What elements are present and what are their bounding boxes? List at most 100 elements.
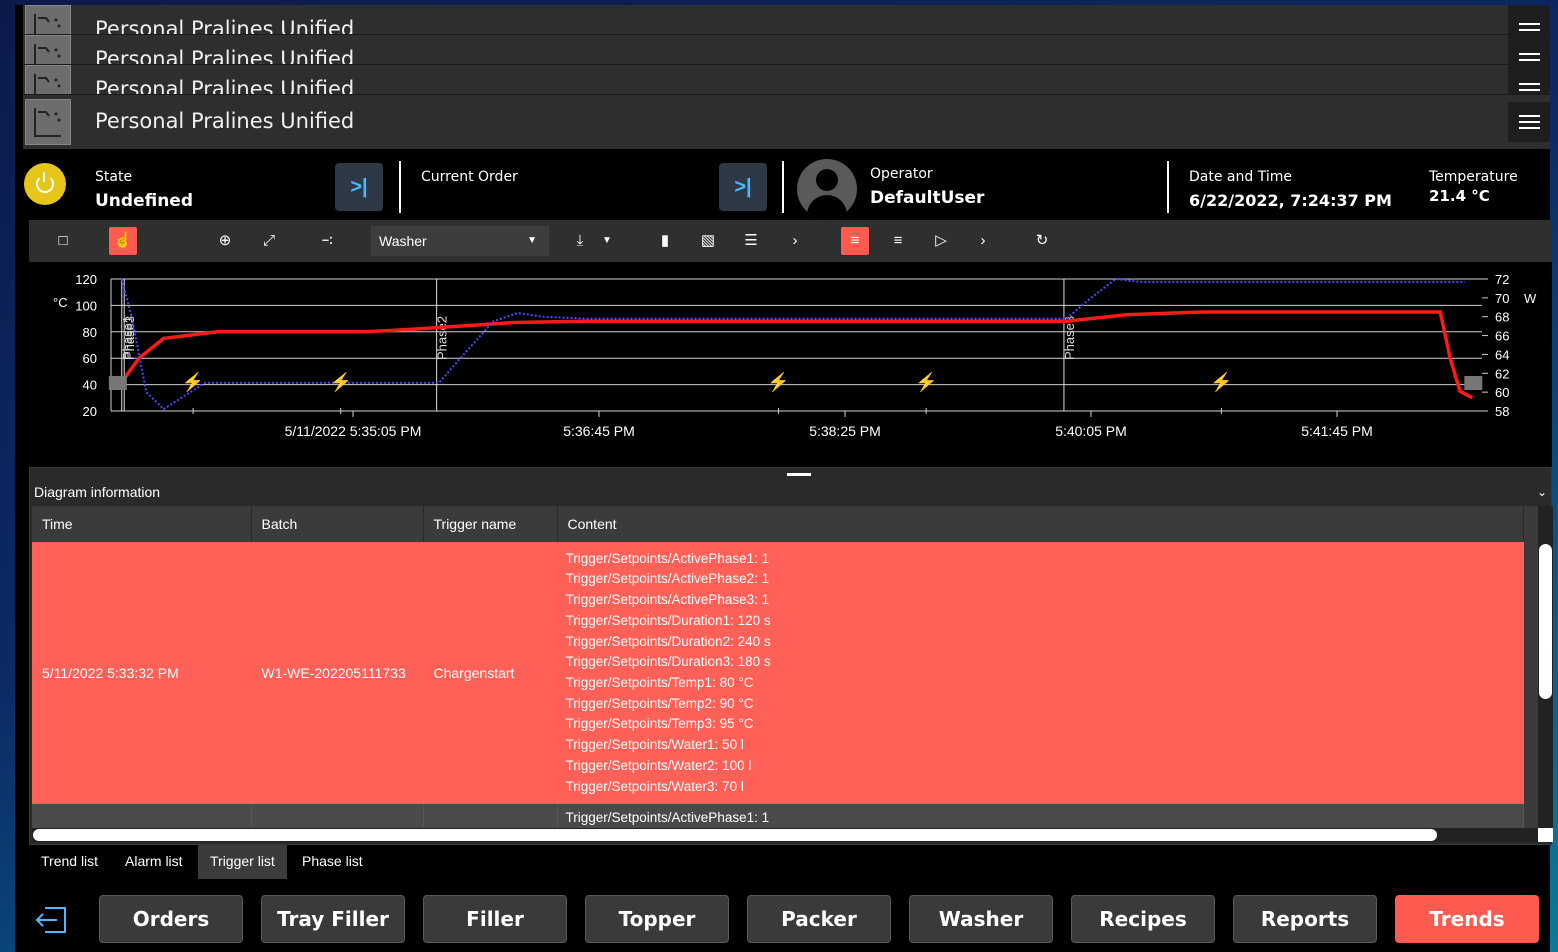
trigger-icon: ⚡ <box>1210 371 1232 393</box>
step-forward-icon[interactable]: ▷ <box>927 227 955 255</box>
panel-header[interactable]: Diagram information ⌄ <box>30 480 1551 504</box>
trigger-icon: ⚡ <box>767 371 789 393</box>
content-line: Trigger/Setpoints/Temp2: 90 °C <box>565 695 754 711</box>
chevron-right-icon[interactable]: › <box>781 227 809 255</box>
cell-batch <box>251 804 424 828</box>
y-tick-label-right: 68 <box>1495 310 1509 325</box>
skip-next-button[interactable]: >| <box>335 163 383 211</box>
nav-filler-button[interactable]: Filler <box>423 895 567 943</box>
app-title: Personal Pralines Unified <box>95 109 355 133</box>
nav-trends-button[interactable]: Trends <box>1395 895 1539 943</box>
nav-packer-button[interactable]: Packer <box>747 895 891 943</box>
nav-topper-button[interactable]: Topper <box>585 895 729 943</box>
download-icon[interactable]: ⤓ <box>566 227 594 255</box>
content-line: Trigger/Setpoints/Temp3: 95 °C <box>565 716 754 732</box>
app-title: Personal Pralines Unified <box>95 47 355 65</box>
refresh-icon[interactable]: ↻ <box>1028 227 1056 255</box>
temperature-label: Temperature <box>1429 169 1518 185</box>
hamburger-menu-icon[interactable] <box>1508 102 1550 142</box>
x-tick-label: 5:40:05 PM <box>1055 423 1127 439</box>
nav-washer-button[interactable]: Washer <box>909 895 1053 943</box>
cursor-icon[interactable]: ≡ <box>841 227 869 255</box>
horizontal-scrollbar[interactable] <box>32 828 1538 842</box>
sliders-icon[interactable]: ∹ <box>313 227 341 255</box>
chevron-down-icon[interactable]: ⌄ <box>1537 480 1547 504</box>
stacked-bar-icon[interactable]: ▧ <box>694 227 722 255</box>
expand-icon[interactable]: ⤢ <box>255 227 283 255</box>
content-line: Trigger/Setpoints/Duration2: 240 s <box>565 633 771 649</box>
y-tick-label: 100 <box>75 298 97 313</box>
nav-reports-button[interactable]: Reports <box>1233 895 1377 943</box>
logout-icon[interactable] <box>35 905 69 940</box>
content-line: Trigger/Setpoints/ActivePhase1: 1 <box>565 550 770 566</box>
hamburger-menu-icon[interactable] <box>1508 5 1550 34</box>
cell-time: 5/11/2022 5:33:32 PM <box>32 542 252 804</box>
content-line: Trigger/Setpoints/Water2: 100 l <box>565 757 752 773</box>
divider <box>1167 161 1169 213</box>
vertical-scrollbar[interactable] <box>1538 506 1553 828</box>
nav-orders-button[interactable]: Orders <box>99 895 243 943</box>
app-logo-icon <box>25 35 71 64</box>
x-tick-label: 5:38:25 PM <box>809 423 881 439</box>
touch-icon[interactable]: ☝ <box>109 227 137 255</box>
cell-time <box>32 804 252 828</box>
zoom-in-icon[interactable]: ⊕ <box>211 227 239 255</box>
title-bar-main: Personal Pralines Unified <box>23 95 1550 149</box>
column-header-trigger[interactable]: Trigger name <box>423 506 558 542</box>
tab-trend-list[interactable]: Trend list <box>29 845 110 879</box>
bar-chart-icon[interactable]: ▮ <box>651 227 679 255</box>
power-icon[interactable] <box>24 163 66 205</box>
camera-icon <box>1464 376 1483 390</box>
unit-select-value: Washer <box>379 233 427 249</box>
skip-next-button[interactable]: >| <box>719 163 767 211</box>
scrollbar-thumb[interactable] <box>33 829 1437 841</box>
tab-phase-list[interactable]: Phase list <box>290 845 375 879</box>
cell-content: Trigger/Setpoints/ActivePhase1: 1 Trigge… <box>557 542 1524 804</box>
content-line: Trigger/Setpoints/Duration1: 120 s <box>565 612 771 628</box>
y-tick-label: 60 <box>83 351 97 366</box>
column-header-content[interactable]: Content <box>557 506 1524 542</box>
chevron-right-icon[interactable]: › <box>969 227 997 255</box>
table-row[interactable]: Trigger/Setpoints/ActivePhase1: 1 <box>32 804 1524 828</box>
avatar <box>797 159 857 219</box>
app-title: Personal Pralines Unified <box>95 17 355 35</box>
operator-value: DefaultUser <box>870 188 985 208</box>
unit-select[interactable]: Washer ▼ <box>371 226 549 256</box>
align-icon[interactable]: ☰ <box>737 227 765 255</box>
caret-down-icon[interactable]: ▼ <box>593 227 621 255</box>
status-header: State Undefined >| Current Order >| Oper… <box>15 153 1550 220</box>
trend-chart-svg: 20 40 60 80 100 120 °C 58 60 62 64 66 68 70 72 W 5/11/20… <box>53 272 1537 439</box>
x-tick-label: 5:41:45 PM <box>1301 423 1373 439</box>
hamburger-menu-icon[interactable] <box>1508 65 1550 94</box>
cell-batch: W1-WE-202205111733 <box>251 542 424 804</box>
x-tick-label: 5:36:45 PM <box>563 423 635 439</box>
content-line: Trigger/Setpoints/Temp1: 80 °C <box>565 675 754 690</box>
scrollbar-thumb[interactable] <box>1539 544 1552 699</box>
y-tick-label-right: 66 <box>1495 329 1509 344</box>
title-bar: Personal Pralines Unified <box>23 35 1550 65</box>
column-header-batch[interactable]: Batch <box>251 506 424 542</box>
hamburger-menu-icon[interactable] <box>1508 35 1550 64</box>
content-line: Trigger/Setpoints/Water1: 50 l <box>565 737 744 753</box>
tab-alarm-list[interactable]: Alarm list <box>113 845 195 879</box>
tab-trigger-list[interactable]: Trigger list <box>198 845 287 879</box>
list-icon[interactable]: ≡ <box>884 227 912 255</box>
content-line: Trigger/Setpoints/Water3: 70 l <box>565 778 744 794</box>
nav-tray-filler-button[interactable]: Tray Filler <box>261 895 405 943</box>
comment-icon[interactable]: □ <box>49 227 77 255</box>
resize-handle[interactable] <box>787 473 811 476</box>
y-tick-label-right: 70 <box>1495 291 1509 306</box>
y-tick-label-right: 62 <box>1495 366 1509 381</box>
column-header-time[interactable]: Time <box>32 506 252 542</box>
trigger-icon: ⚡ <box>329 371 351 393</box>
y-tick-label: 20 <box>83 404 97 419</box>
cell-content: Trigger/Setpoints/ActivePhase1: 1 <box>557 804 1524 828</box>
camera-icon <box>108 376 127 390</box>
nav-recipes-button[interactable]: Recipes <box>1071 895 1215 943</box>
table-row[interactable]: 5/11/2022 5:33:32 PM W1-WE-202205111733 … <box>32 542 1524 804</box>
title-bar: Personal Pralines Unified <box>23 5 1550 35</box>
phase-marker-label: Phase2 <box>435 316 450 360</box>
scrollbar-corner <box>1538 828 1553 842</box>
trend-chart[interactable]: 20 40 60 80 100 120 °C 58 60 62 64 66 68 70 72 W 5/11/20… <box>29 262 1552 467</box>
title-bar: Personal Pralines Unified <box>23 65 1550 95</box>
